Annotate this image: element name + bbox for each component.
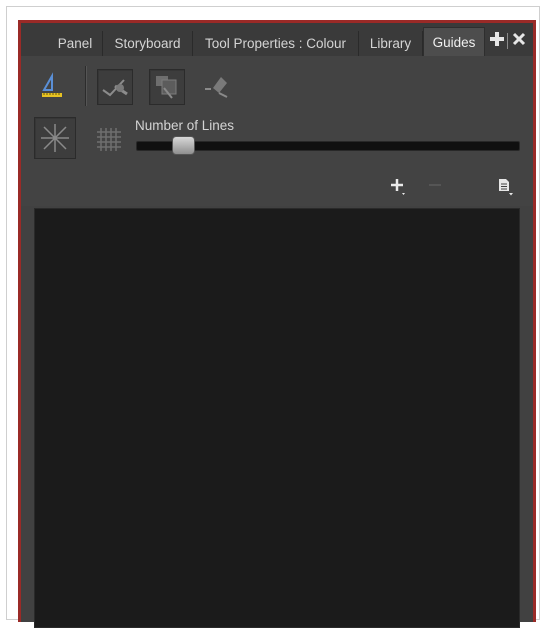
add-guide-button[interactable] — [389, 176, 409, 196]
tab-guides[interactable]: Guides — [423, 27, 485, 56]
toolbar-separator — [85, 66, 87, 106]
grid-icon[interactable] — [91, 120, 127, 156]
lock-guide-icon[interactable] — [149, 69, 185, 105]
tab-bar: Panel Storyboard Tool Properties : Colou… — [21, 23, 533, 56]
tab-storyboard[interactable]: Storyboard — [103, 31, 193, 56]
align-guide-icon[interactable] — [97, 69, 133, 105]
tab-ctrl-divider — [507, 33, 508, 49]
menu-icon[interactable] — [495, 176, 515, 196]
remove-guide-button[interactable] — [426, 176, 446, 196]
slider-label: Number of Lines — [135, 118, 235, 133]
radial-lines-icon[interactable] — [34, 117, 76, 159]
guides-toolbar: Number of Lines — [21, 56, 533, 206]
tab-panel[interactable]: Panel — [48, 31, 103, 56]
plus-icon[interactable] — [488, 31, 506, 51]
guides-panel: Panel Storyboard Tool Properties : Colou… — [18, 20, 536, 628]
tab-library[interactable]: Library — [359, 31, 423, 56]
guide-list[interactable] — [34, 208, 520, 628]
close-icon[interactable] — [510, 31, 528, 51]
slider-thumb[interactable] — [172, 136, 195, 155]
shift-guide-icon[interactable] — [201, 69, 237, 105]
ruler-guide-icon[interactable] — [34, 68, 70, 104]
tab-tool-properties[interactable]: Tool Properties : Colour — [193, 31, 359, 56]
